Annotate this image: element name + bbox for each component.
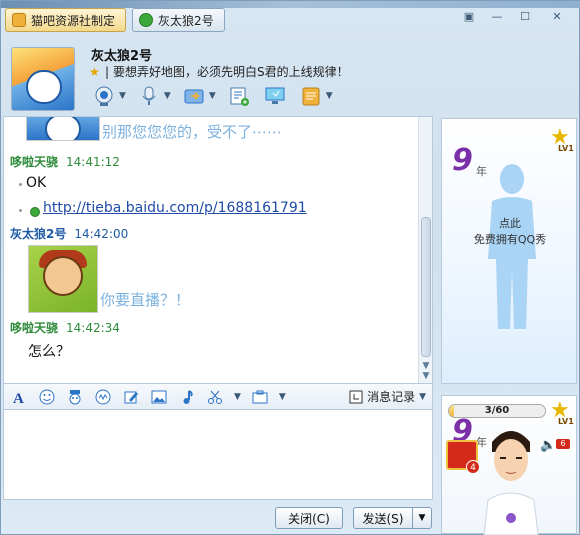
minimize-icon[interactable]: — — [487, 8, 507, 24]
microphone-icon — [136, 83, 162, 109]
avatar-figure — [483, 431, 539, 535]
chevron-down-icon[interactable]: ▼ — [119, 91, 126, 101]
webcam-icon — [91, 83, 117, 109]
title-strip — [1, 1, 580, 8]
window-controls: ▣ — ☐ ✕ — [459, 8, 571, 24]
history-icon — [349, 390, 363, 403]
message-header: 哆啦天骁 14:42:34 — [10, 319, 120, 336]
chat-message-area[interactable]: 别那您您您的，受不了⋯⋯ 哆啦天骁 14:41:12 OK http://tieb… — [3, 116, 433, 384]
restore-icon[interactable]: ▣ — [459, 8, 479, 24]
signature-row: ★ | 要想弄好地图，必须先明白S君的上线规律！ — [89, 63, 349, 80]
message-sender[interactable]: 哆啦天骁 — [10, 155, 58, 169]
online-status-icon — [139, 13, 154, 27]
my-avatar-panel[interactable]: 3/60 ★ LV1 9 年 4 🔈 6 — [441, 395, 577, 535]
avatar-face — [26, 70, 62, 104]
chevron-down-icon[interactable]: ▼ — [326, 91, 333, 101]
contact-signature: 要想弄好地图，必须先明白S君的上线规律！ — [113, 65, 349, 79]
message-text: OK — [26, 175, 47, 191]
tab-label: 猫吧资源社制定 — [31, 13, 116, 28]
qq-show-panel[interactable]: 9 年 ★ LV1 点此 免费拥有QQ秀 — [441, 118, 577, 384]
music-icon[interactable] — [178, 388, 196, 406]
level-label: LV1 — [558, 144, 574, 153]
bullet-icon — [19, 209, 22, 212]
qq-chat-window: 猫吧资源社制定 灰太狼2号 ▣ — ☐ ✕ 灰太狼2号 ★ | 要想弄好地图，必… — [0, 0, 580, 535]
monitor-icon — [262, 83, 288, 109]
image-face — [45, 117, 81, 140]
chevron-down-icon[interactable]: ▼ — [209, 91, 216, 101]
svg-text:A: A — [13, 391, 24, 405]
scrollbar-thumb[interactable] — [421, 217, 431, 357]
image-head — [43, 256, 83, 296]
show-line-2: 免费拥有QQ秀 — [473, 233, 547, 246]
show-line-1: 点此 — [499, 217, 521, 230]
close-icon[interactable]: ✕ — [543, 8, 571, 24]
folder-arrow-icon — [181, 83, 207, 109]
file-transfer-button[interactable]: ▼ — [181, 83, 216, 109]
message-text: 怎么？ — [28, 344, 70, 360]
app-list-button[interactable] — [226, 83, 252, 109]
star-icon: ★ — [89, 64, 100, 79]
send-button[interactable]: 发送(S) — [353, 507, 413, 529]
chat-tab-bar: 猫吧资源社制定 灰太狼2号 — [5, 8, 225, 34]
notify-badge: 6 — [556, 439, 570, 449]
level-label: LV1 — [558, 417, 574, 426]
signature-divider: | — [105, 64, 110, 79]
scroll-bottom-icon[interactable]: ▼ — [421, 371, 431, 381]
bottom-button-bar: 关闭(C) 发送(S) ▼ — [3, 500, 433, 534]
scroll-down-icon[interactable]: ▼ — [421, 361, 431, 371]
format-toolbar: A ▼ ▼ 消息记录 ▼ — [3, 384, 433, 410]
history-label: 消息记录 — [367, 390, 416, 404]
bullet-icon — [19, 183, 22, 186]
video-call-button[interactable]: ▼ — [91, 83, 126, 109]
contact-avatar[interactable] — [11, 47, 75, 111]
chevron-down-icon[interactable]: ▼ — [234, 392, 241, 402]
shake-icon[interactable] — [94, 388, 112, 406]
shield-icon — [30, 207, 40, 217]
message-time: 14:42:34 — [66, 321, 120, 335]
chat-scrollbar[interactable]: ▼ ▼ — [418, 117, 432, 383]
tab-label: 灰太狼2号 — [158, 13, 214, 28]
image-icon[interactable] — [150, 388, 168, 406]
list-add-icon — [226, 83, 252, 109]
message-input[interactable] — [3, 410, 433, 500]
message-sender[interactable]: 灰太狼2号 — [10, 227, 66, 241]
chevron-down-icon[interactable]: ▼ — [279, 392, 286, 402]
toolbox-icon[interactable] — [251, 388, 269, 406]
tab-contact[interactable]: 灰太狼2号 — [132, 8, 225, 32]
handwriting-icon[interactable] — [122, 388, 140, 406]
chevron-down-icon: ▼ — [419, 391, 426, 402]
close-button[interactable]: 关闭(C) — [275, 507, 343, 529]
vip-year-badge: 9 — [452, 143, 473, 178]
message-sender[interactable]: 哆啦天骁 — [10, 321, 58, 335]
message-link[interactable]: http://tieba.baidu.com/p/1688161791 — [43, 200, 307, 216]
message-header: 哆啦天骁 14:41:12 — [10, 153, 120, 170]
maximize-icon[interactable]: ☐ — [515, 8, 535, 24]
magic-face-icon[interactable] — [66, 388, 84, 406]
message-header: 灰太狼2号 14:42:00 — [10, 225, 128, 242]
preview-text: 别那您您您的，受不了⋯⋯ — [102, 123, 283, 141]
cartoon-image[interactable] — [28, 245, 98, 313]
remote-desktop-button[interactable] — [262, 83, 288, 109]
voice-call-button[interactable]: ▼ — [136, 83, 171, 109]
message-time: 14:42:00 — [74, 227, 129, 241]
message-history-button[interactable]: 消息记录 ▼ — [349, 388, 426, 405]
font-icon[interactable]: A — [10, 388, 28, 406]
chat-top-toolbar: ▼ ▼ ▼ ▼ — [91, 83, 333, 109]
message-big-text: 你要直播？！ — [100, 291, 191, 309]
contact-header: 灰太狼2号 ★ | 要想弄好地图，必须先明白S君的上线规律！ ▼ ▼ ▼ ▼ — [9, 43, 429, 115]
message-time: 14:41:12 — [66, 155, 120, 169]
doraemon-image[interactable] — [26, 117, 100, 141]
chevron-down-icon[interactable]: ▼ — [164, 91, 171, 101]
screenshot-icon[interactable] — [206, 388, 224, 406]
contact-nickname[interactable]: 灰太狼2号 — [91, 45, 152, 64]
more-apps-button[interactable]: ▼ — [298, 83, 333, 109]
emoticon-icon[interactable] — [38, 388, 56, 406]
notebook-icon — [298, 83, 324, 109]
tab-group-chat[interactable]: 猫吧资源社制定 — [5, 8, 127, 32]
qq-icon — [12, 13, 26, 27]
send-options-chevron-icon[interactable]: ▼ — [412, 507, 432, 529]
